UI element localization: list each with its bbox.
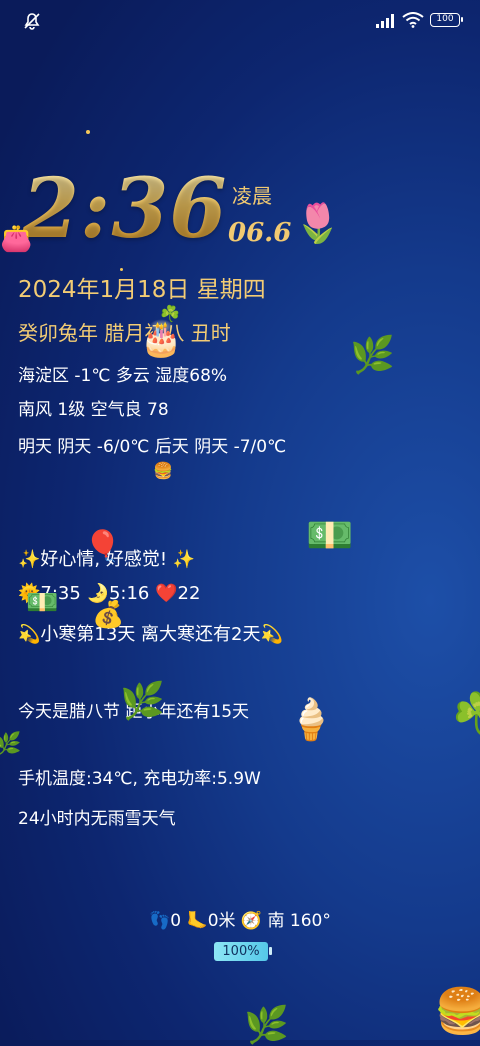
clock-time: 2:36	[22, 161, 228, 257]
solar-term-text: 💫小寒第13天 离大寒还有2天💫	[18, 624, 283, 645]
mute-icon	[24, 13, 40, 30]
weather-current: 海淀区 -1℃ 多云 湿度68%	[18, 366, 228, 386]
burger-icon: 🍔	[153, 461, 173, 480]
status-bar: 100	[0, 0, 480, 40]
money-bag-icon: 💰	[92, 600, 125, 630]
battery-icon: 100	[430, 13, 463, 27]
sparkle-dot	[86, 130, 90, 134]
weather-wind-air: 南风 1级 空气良 78	[18, 400, 169, 420]
clover-icon: ☘️	[452, 691, 480, 737]
rain-forecast-text: 24小时内无雨雪天气	[18, 809, 176, 829]
lunar-date-text: 癸卯兔年 腊月初八 丑时	[18, 321, 231, 345]
battery-percent-badge: 100%	[214, 942, 272, 961]
cake-icon: 🎂	[140, 319, 183, 359]
step-counter: 👣0 🦶0米 🧭 南 160°	[149, 911, 331, 931]
phone-status-text: 手机温度:34℃, 充电功率:5.9W	[18, 769, 261, 789]
date-text: 2024年1月18日 星期四	[18, 277, 266, 303]
clock-widget[interactable]: 2:36	[22, 166, 226, 256]
leaf-icon: 🌿	[350, 335, 395, 376]
clover-icon: ☘️	[160, 304, 180, 323]
leaf-icon: 🌿	[120, 681, 165, 722]
money-icon: 💵	[26, 588, 59, 618]
leaf-icon: 🌿	[244, 1005, 289, 1046]
battery-level: 100	[436, 14, 454, 24]
purse-icon: 👛	[0, 224, 33, 254]
tulip-icon: 🌷	[294, 201, 342, 245]
burger-icon: 🍔	[434, 986, 480, 1037]
balloon-icon: 🎈	[84, 529, 122, 564]
signal-icon	[376, 14, 394, 28]
ice-cream-icon: 🍦	[286, 697, 336, 743]
wifi-icon	[402, 12, 424, 28]
weather-forecast: 明天 阴天 -6/0℃ 后天 阴天 -7/0℃	[18, 437, 287, 457]
clock-period: 凌晨	[232, 184, 272, 208]
leaf-icon: 🌿	[0, 732, 22, 757]
clock-short-date: 06.6	[228, 218, 292, 248]
money-icon: 💵	[306, 513, 354, 557]
